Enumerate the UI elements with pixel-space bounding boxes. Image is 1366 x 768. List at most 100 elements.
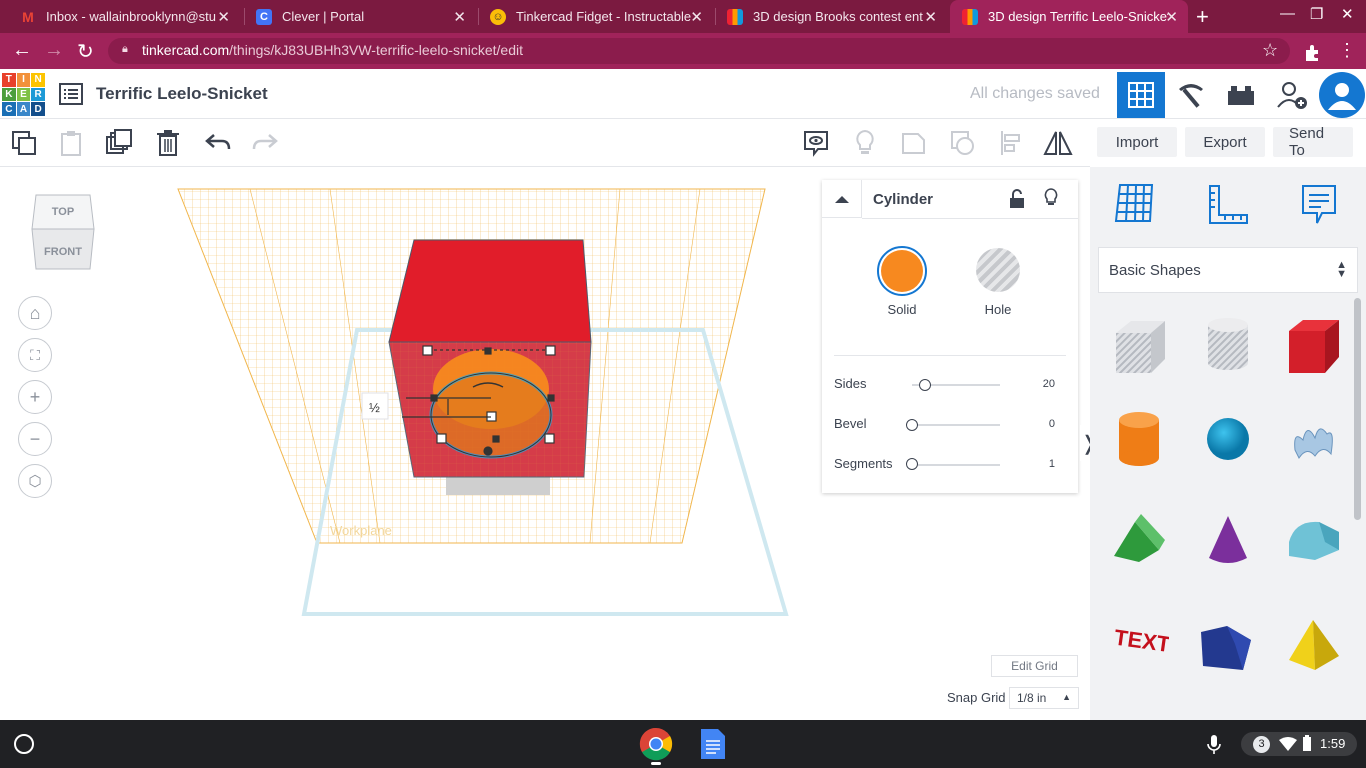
view-cube[interactable]: TOP FRONT: [30, 193, 96, 271]
segments-slider[interactable]: [912, 464, 1000, 466]
browser-tab-clever[interactable]: C Clever | Portal ✕: [244, 0, 476, 33]
text-shape[interactable]: TEXT: [1111, 612, 1169, 670]
collapse-inspector-button[interactable]: [822, 180, 862, 218]
fit-view-button[interactable]: ⛶: [18, 338, 52, 372]
instructables-icon: ☺: [490, 8, 506, 25]
invite-user-button[interactable]: [1268, 72, 1316, 118]
undo-button[interactable]: [203, 128, 233, 158]
copy-button[interactable]: [9, 128, 39, 158]
clever-icon: C: [256, 8, 272, 25]
cone-shape[interactable]: [1199, 512, 1257, 570]
lock-icon[interactable]: 🔒︎: [122, 43, 132, 55]
logo-letter: I: [16, 73, 31, 87]
system-taskbar: [0, 720, 1366, 768]
browser-tab-instructables[interactable]: ☺ Tinkercad Fidget - Instructables ✕: [478, 0, 713, 33]
snap-grid-select[interactable]: 1/8 in ▲: [1009, 687, 1079, 709]
redo-button[interactable]: [250, 128, 280, 158]
bevel-value[interactable]: 0: [1030, 418, 1055, 430]
perspective-button[interactable]: ⬡: [18, 464, 52, 498]
notes-tool-icon[interactable]: [1300, 183, 1338, 227]
export-button[interactable]: Export: [1185, 127, 1265, 157]
lightbulb-icon: [856, 129, 874, 154]
hole-button[interactable]: [976, 248, 1020, 292]
sphere-shape[interactable]: [1199, 410, 1257, 468]
segments-slider-knob[interactable]: [906, 458, 918, 470]
workplane-tool-icon[interactable]: [1114, 181, 1156, 225]
3d-design-view-button[interactable]: [1117, 72, 1165, 118]
new-tab-plus-icon[interactable]: +: [1196, 4, 1209, 30]
tab-close-icon[interactable]: ✕: [453, 8, 466, 26]
unlock-icon[interactable]: [1008, 189, 1026, 209]
url-text[interactable]: tinkercad.com/things/kJ83UBHh3VW-terrifi…: [142, 42, 523, 58]
lightbulb-icon[interactable]: [1043, 188, 1059, 208]
view-cube-front[interactable]: FRONT: [44, 246, 82, 258]
import-button[interactable]: Import: [1097, 127, 1177, 157]
scribble-shape[interactable]: [1285, 410, 1343, 468]
caret-up-icon: ▲: [1062, 692, 1071, 702]
tinkercad-logo[interactable]: T I N K E R C A D: [2, 73, 45, 116]
shape-category-select[interactable]: Basic Shapes ▲ ▼: [1098, 247, 1358, 293]
design-title[interactable]: Terrific Leelo-Snicket: [96, 84, 268, 104]
tab-close-icon[interactable]: ✕: [690, 8, 703, 26]
edit-grid-button[interactable]: Edit Grid: [991, 655, 1078, 677]
launcher-icon[interactable]: [14, 734, 34, 754]
forward-arrow-icon[interactable]: →: [44, 39, 64, 62]
user-avatar[interactable]: [1319, 72, 1365, 118]
notes-button[interactable]: [801, 128, 831, 158]
group-button[interactable]: [899, 128, 929, 158]
ruler-tool-icon[interactable]: [1207, 183, 1249, 227]
tab-close-icon[interactable]: ✕: [1165, 8, 1178, 26]
tab-close-icon[interactable]: ✕: [217, 8, 230, 26]
design-list-icon[interactable]: [59, 83, 83, 105]
chrome-icon[interactable]: [639, 727, 673, 761]
duplicate-button[interactable]: [104, 128, 134, 158]
google-docs-icon[interactable]: [701, 729, 725, 759]
polygon-shape[interactable]: [1199, 622, 1257, 680]
segments-value[interactable]: 1: [1030, 458, 1055, 470]
view-cube-top[interactable]: TOP: [52, 206, 74, 218]
maximize-icon[interactable]: ❐: [1310, 5, 1323, 23]
selected-cylinder-shape[interactable]: [429, 349, 553, 459]
sides-slider-knob[interactable]: [919, 379, 931, 391]
extensions-puzzle-icon[interactable]: [1303, 43, 1321, 61]
cylinder-shape[interactable]: [1111, 410, 1169, 468]
browser-tab-brooks[interactable]: 3D design Brooks contest entry ✕: [715, 0, 947, 33]
send-to-button[interactable]: Send To: [1273, 125, 1353, 159]
solid-button[interactable]: [877, 246, 927, 296]
round-roof-shape[interactable]: [1285, 510, 1343, 568]
minimize-icon[interactable]: —: [1280, 5, 1295, 22]
bevel-slider-knob[interactable]: [906, 419, 918, 431]
tab-close-icon[interactable]: ✕: [924, 8, 937, 26]
box-shape[interactable]: [1285, 317, 1343, 375]
ungroup-button[interactable]: [948, 128, 978, 158]
roof-shape[interactable]: [1111, 510, 1169, 568]
menu-kebab-icon[interactable]: ⋮: [1338, 40, 1356, 61]
show-all-button[interactable]: [850, 128, 880, 158]
align-button[interactable]: [997, 128, 1027, 158]
sides-value[interactable]: 20: [1030, 378, 1055, 390]
pyramid-shape[interactable]: [1285, 616, 1343, 674]
back-arrow-icon[interactable]: ←: [12, 39, 32, 62]
mirror-button[interactable]: [1043, 128, 1073, 158]
browser-tab-terrific-active[interactable]: 3D design Terrific Leelo-Snicket ✕: [950, 0, 1188, 33]
tab-title: 3D design Brooks contest entry: [753, 9, 923, 24]
microphone-icon[interactable]: [1206, 734, 1222, 756]
shapes-scrollbar[interactable]: [1354, 298, 1361, 520]
window-close-icon[interactable]: ✕: [1341, 5, 1354, 23]
box-hole-shape[interactable]: [1111, 317, 1169, 375]
paste-button[interactable]: [56, 128, 86, 158]
home-view-button[interactable]: ⌂: [18, 296, 52, 330]
bookmark-star-icon[interactable]: ☆: [1262, 40, 1278, 61]
browser-tab-gmail[interactable]: M Inbox - wallainbrooklynn@stude ✕: [8, 0, 240, 33]
cylinder-hole-shape[interactable]: [1199, 315, 1257, 373]
zoom-in-button[interactable]: +: [18, 380, 52, 414]
bevel-slider[interactable]: [912, 424, 1000, 426]
zoom-out-button[interactable]: −: [18, 422, 52, 456]
minecraft-view-button[interactable]: [1167, 72, 1215, 118]
reload-icon[interactable]: ↻: [77, 39, 94, 64]
bricks-view-button[interactable]: [1217, 72, 1265, 118]
delete-button[interactable]: [153, 128, 183, 158]
save-status: All changes saved: [970, 85, 1100, 102]
logo-letter: A: [16, 102, 31, 116]
solid-swatch: [881, 250, 923, 292]
